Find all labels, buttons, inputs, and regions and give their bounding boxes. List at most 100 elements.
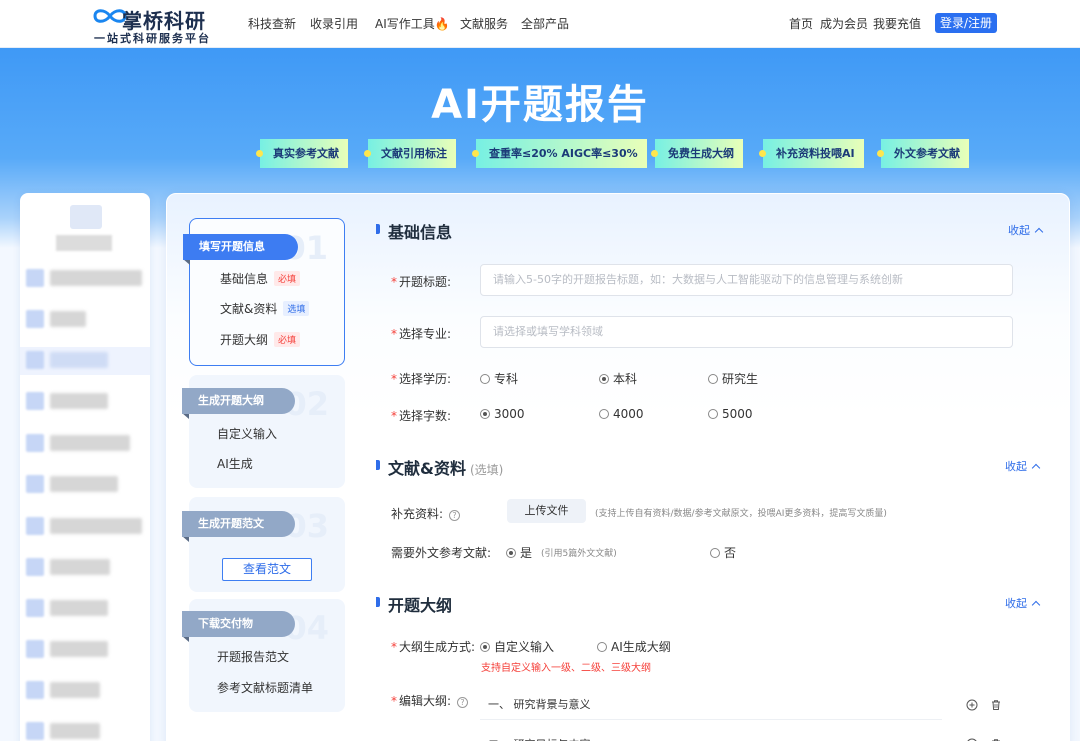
radio-icon — [708, 374, 718, 384]
trash-icon[interactable] — [990, 699, 1002, 711]
step-link-custom-input[interactable]: 自定义输入 — [217, 425, 277, 442]
step-link-references[interactable]: 文献&资料 选填 — [220, 300, 310, 317]
avatar[interactable] — [70, 205, 102, 229]
outline-radio-custom[interactable]: 自定义输入 — [480, 638, 554, 655]
step-card-download[interactable]: 04 下载交付物 开题报告范文 参考文献标题清单 — [182, 599, 345, 712]
tag-dot-icon — [877, 150, 884, 157]
required-star: * — [391, 694, 397, 708]
radio-label: AI生成大纲 — [611, 640, 671, 654]
degree-radio-bachelor[interactable]: 本科 — [599, 370, 637, 387]
words-radio-5000[interactable]: 5000 — [708, 407, 753, 421]
outline-radio-ai[interactable]: AI生成大纲 — [597, 638, 671, 655]
major-input[interactable]: 请选择或填写学科领域 — [480, 316, 1013, 348]
section-marker — [376, 460, 380, 470]
words-radio-4000[interactable]: 4000 — [599, 407, 644, 421]
brand-slogan: 一站式科研服务平台 — [94, 32, 211, 45]
outline-row[interactable]: 二、 研究目标与内容 — [480, 730, 942, 741]
left-sidebar — [20, 193, 150, 741]
required-star: * — [391, 372, 397, 386]
optional-hint: (选填) — [469, 463, 504, 477]
step-link-outline[interactable]: 开题大纲 必填 — [220, 331, 301, 348]
sidebar-item[interactable] — [20, 513, 150, 541]
step-title: 下载交付物 — [182, 611, 295, 637]
feature-tag: 查重率≤20% AIGC率≤30% — [472, 139, 647, 168]
nav-link-tech-search[interactable]: 科技查新 — [248, 15, 296, 32]
words-radio-3000[interactable]: 3000 — [480, 407, 525, 421]
sidebar-item[interactable] — [20, 388, 150, 416]
sidebar-item[interactable] — [20, 265, 150, 293]
sidebar-item[interactable] — [20, 554, 150, 582]
sidebar-item[interactable] — [20, 677, 150, 705]
step-link-basic-info[interactable]: 基础信息 必填 — [220, 270, 301, 287]
sidebar-item-icon — [26, 681, 44, 699]
step-link-label: 开题大纲 — [220, 333, 269, 347]
radio-icon — [710, 548, 720, 558]
sidebar-item[interactable] — [20, 430, 150, 458]
sidebar-item[interactable] — [20, 306, 150, 334]
radio-icon — [599, 409, 609, 419]
step-link-ai-generate[interactable]: AI生成 — [217, 455, 253, 472]
step-link-sample-report[interactable]: 开题报告范文 — [217, 648, 289, 665]
help-icon[interactable]: ? — [457, 697, 469, 708]
chevron-up-icon — [1031, 463, 1041, 473]
sidebar-item-label — [50, 559, 110, 575]
major-label-text: 选择专业: — [399, 327, 452, 341]
add-circle-icon[interactable] — [966, 699, 978, 711]
tag-dot-icon — [651, 150, 658, 157]
sidebar-item[interactable] — [20, 636, 150, 664]
nav-link-citation[interactable]: 收录引用 — [310, 15, 358, 32]
top-navigation: 掌桥科研 一站式科研服务平台 科技查新 收录引用 AI写作工具🔥 文献服务 全部… — [0, 0, 1080, 48]
sidebar-item-label — [50, 393, 108, 409]
collapse-label: 收起 — [1005, 460, 1027, 473]
required-star: * — [391, 275, 397, 289]
step-link-reference-list[interactable]: 参考文献标题清单 — [217, 679, 313, 696]
radio-checked-icon — [480, 409, 490, 419]
collapse-label: 收起 — [1008, 224, 1030, 237]
sidebar-item-label — [50, 600, 108, 616]
foreign-radio-no[interactable]: 否 — [710, 544, 736, 561]
radio-label: 3000 — [494, 407, 525, 421]
major-label: * 选择专业: — [391, 325, 451, 342]
step-card-generate-sample[interactable]: 03 生成开题范文 查看范文 — [182, 497, 345, 592]
sidebar-item-icon — [26, 269, 44, 287]
degree-radio-graduate[interactable]: 研究生 — [708, 370, 758, 387]
topic-input[interactable]: 请输入5-50字的开题报告标题，如：大数据与人工智能驱动下的信息管理与系统创新 — [480, 264, 1013, 296]
degree-radio-junior[interactable]: 专科 — [480, 370, 518, 387]
collapse-basic-button[interactable]: 收起 — [1008, 222, 1044, 238]
required-star: * — [391, 640, 397, 654]
sidebar-item-icon — [26, 722, 44, 740]
sidebar-item[interactable] — [20, 471, 150, 499]
foreign-radio-yes[interactable]: 是 — [506, 544, 532, 561]
section-title-references: 文献&资料 (选填) — [388, 455, 503, 479]
login-register-button[interactable]: 登录/注册 — [935, 13, 997, 33]
help-icon[interactable]: ? — [449, 510, 461, 521]
tag-dot-icon — [472, 150, 479, 157]
sidebar-item-active[interactable] — [20, 347, 150, 375]
upload-file-button[interactable]: 上传文件 — [507, 499, 586, 523]
nav-link-recharge[interactable]: 我要充值 — [873, 15, 921, 32]
view-sample-button[interactable]: 查看范文 — [222, 558, 312, 581]
radio-checked-icon — [506, 548, 516, 558]
collapse-refs-button[interactable]: 收起 — [1005, 458, 1041, 474]
sidebar-item-icon — [26, 640, 44, 658]
outline-mode-label-text: 大纲生成方式: — [399, 640, 476, 654]
degree-label: * 选择学历: — [391, 370, 451, 387]
nav-link-membership[interactable]: 成为会员 — [820, 15, 868, 32]
sidebar-item[interactable] — [20, 595, 150, 623]
nav-link-ai-tools[interactable]: AI写作工具🔥 — [375, 15, 450, 32]
sidebar-item-icon — [26, 392, 44, 410]
sidebar-item[interactable] — [20, 718, 150, 741]
brand-logo[interactable]: 掌桥科研 一站式科研服务平台 — [92, 4, 222, 45]
nav-link-home[interactable]: 首页 — [789, 15, 813, 32]
step-card-generate-outline[interactable]: 02 生成开题大纲 自定义输入 AI生成 — [182, 375, 345, 488]
outline-row[interactable]: 一、 研究背景与意义 — [480, 690, 942, 720]
foreign-refs-label: 需要外文参考文献: — [391, 546, 492, 560]
radio-label: 本科 — [613, 372, 638, 386]
optional-badge: 选填 — [283, 301, 310, 316]
collapse-outline-button[interactable]: 收起 — [1005, 595, 1041, 611]
step-card-fill-info[interactable]: 01 填写开题信息 基础信息 必填 文献&资料 选填 开题大纲 必填 — [183, 218, 345, 366]
required-badge: 必填 — [274, 271, 301, 286]
nav-link-all-products[interactable]: 全部产品 — [521, 15, 569, 32]
nav-link-doc-service[interactable]: 文献服务 — [460, 15, 508, 32]
step-title: 填写开题信息 — [183, 234, 298, 260]
